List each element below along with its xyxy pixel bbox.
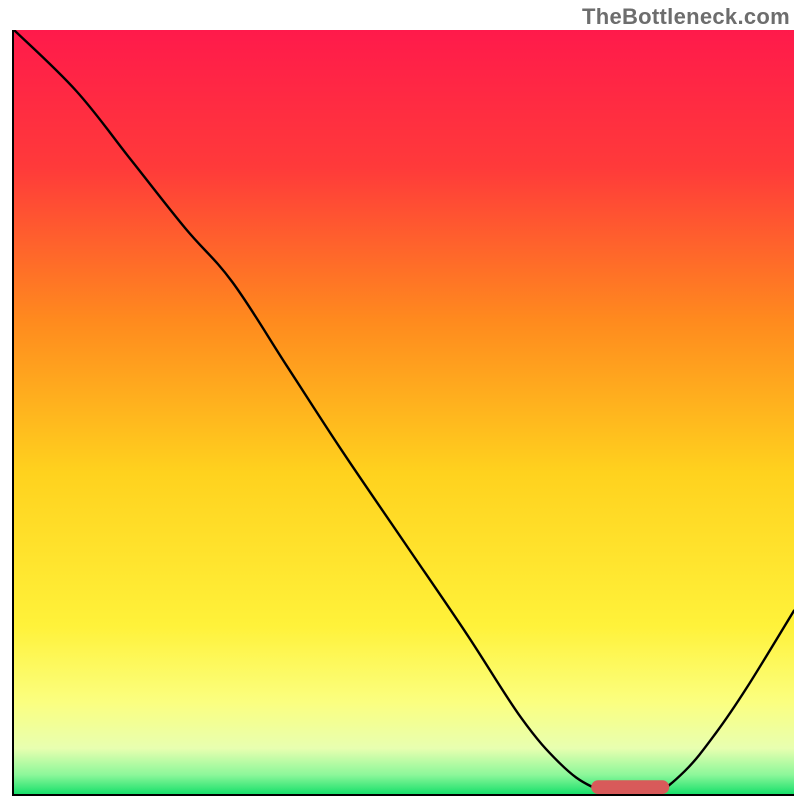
optimal-range-marker: [591, 780, 669, 794]
plot-area: [12, 30, 794, 796]
attribution-label: TheBottleneck.com: [582, 4, 790, 30]
bottleneck-curve: [14, 30, 794, 794]
line-layer: [14, 30, 794, 794]
bottleneck-chart: TheBottleneck.com: [0, 0, 800, 800]
